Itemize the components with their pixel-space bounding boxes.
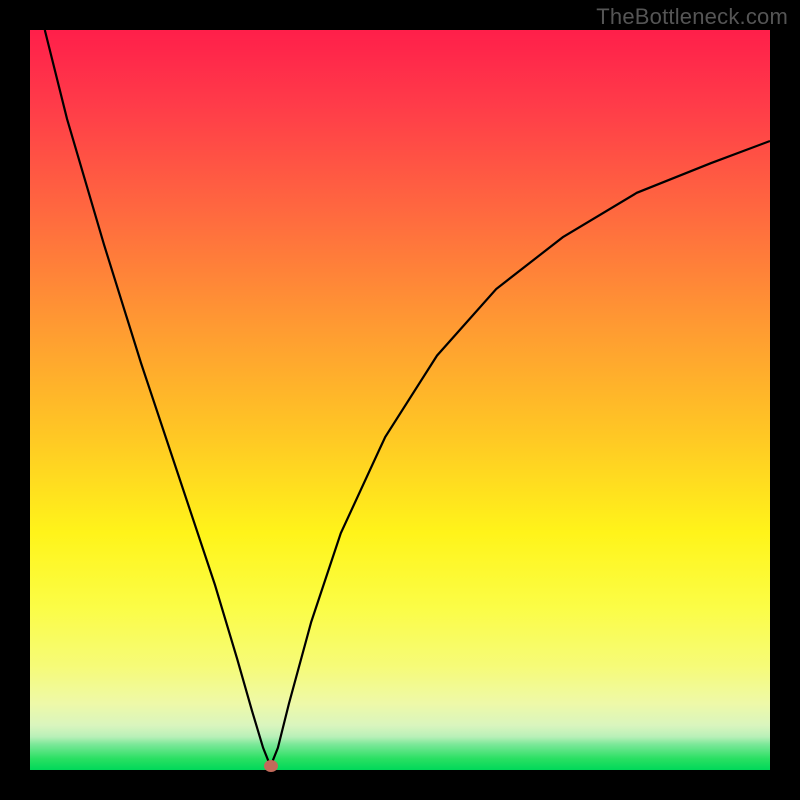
watermark-text: TheBottleneck.com (596, 4, 788, 30)
bottleneck-curve (30, 30, 770, 770)
minimum-marker (264, 760, 278, 772)
plot-area (30, 30, 770, 770)
chart-frame (30, 30, 770, 770)
